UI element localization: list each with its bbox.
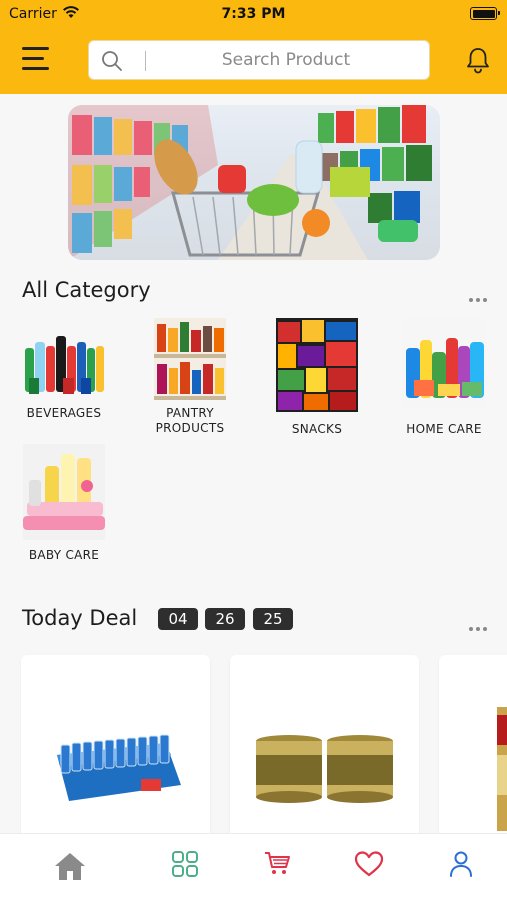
category-baby-care[interactable]: BABY CARE — [16, 444, 112, 563]
nav-categories[interactable] — [165, 850, 205, 884]
search-input[interactable] — [151, 41, 421, 79]
beverages-image — [23, 318, 105, 400]
deal-card[interactable] — [439, 655, 507, 845]
category-snacks[interactable]: SNACKS — [269, 318, 365, 437]
banner-image — [68, 105, 432, 260]
deal-card[interactable] — [230, 655, 419, 845]
nav-profile[interactable] — [441, 850, 481, 884]
deal-card[interactable] — [21, 655, 210, 845]
category-beverages[interactable]: BEVERAGES — [16, 318, 112, 421]
menu-line — [22, 67, 49, 70]
category-label: HOME CARE — [406, 422, 482, 436]
home-care-image — [402, 318, 486, 408]
grid-icon — [172, 851, 198, 877]
nav-cart[interactable] — [257, 850, 297, 884]
baby-care-image — [23, 444, 105, 540]
search-bar[interactable] — [88, 40, 430, 80]
cart-icon — [265, 852, 290, 874]
category-home-care[interactable]: HOME CARE — [396, 318, 492, 437]
deal-product-image — [497, 707, 507, 831]
category-pantry-products[interactable]: PANTRY PRODUCTS — [142, 318, 238, 436]
timer-seconds: 25 — [253, 608, 293, 630]
snacks-image — [276, 318, 358, 412]
promo-banner[interactable] — [68, 105, 440, 260]
status-bar: Carrier 7:33 PM — [0, 0, 507, 28]
search-icon — [102, 51, 122, 71]
bottom-nav — [0, 833, 507, 900]
search-divider — [145, 51, 146, 71]
heart-icon — [354, 851, 384, 877]
pantry-image — [154, 318, 226, 400]
clock: 7:33 PM — [221, 6, 286, 22]
nav-home[interactable] — [50, 850, 90, 884]
menu-line — [22, 47, 49, 50]
bell-icon[interactable] — [465, 46, 491, 74]
battery-icon — [470, 7, 500, 20]
category-label: PANTRY PRODUCTS — [155, 406, 225, 435]
category-more-button[interactable] — [469, 287, 490, 306]
deal-product-image — [57, 734, 181, 801]
timer-minutes: 26 — [205, 608, 245, 630]
today-deal-more-button[interactable] — [469, 616, 490, 635]
deal-product-image — [256, 735, 393, 803]
timer-hours: 04 — [158, 608, 198, 630]
menu-button[interactable] — [22, 46, 49, 70]
user-icon — [450, 851, 472, 877]
category-label: BABY CARE — [28, 548, 100, 562]
category-section-title: All Category — [22, 278, 151, 302]
category-label: BEVERAGES — [26, 406, 102, 420]
home-icon — [55, 853, 85, 880]
menu-line — [22, 57, 44, 60]
today-deal-title: Today Deal — [22, 606, 138, 630]
top-bar: Carrier 7:33 PM — [0, 0, 507, 94]
nav-wishlist[interactable] — [349, 850, 389, 884]
category-label: SNACKS — [291, 422, 343, 436]
